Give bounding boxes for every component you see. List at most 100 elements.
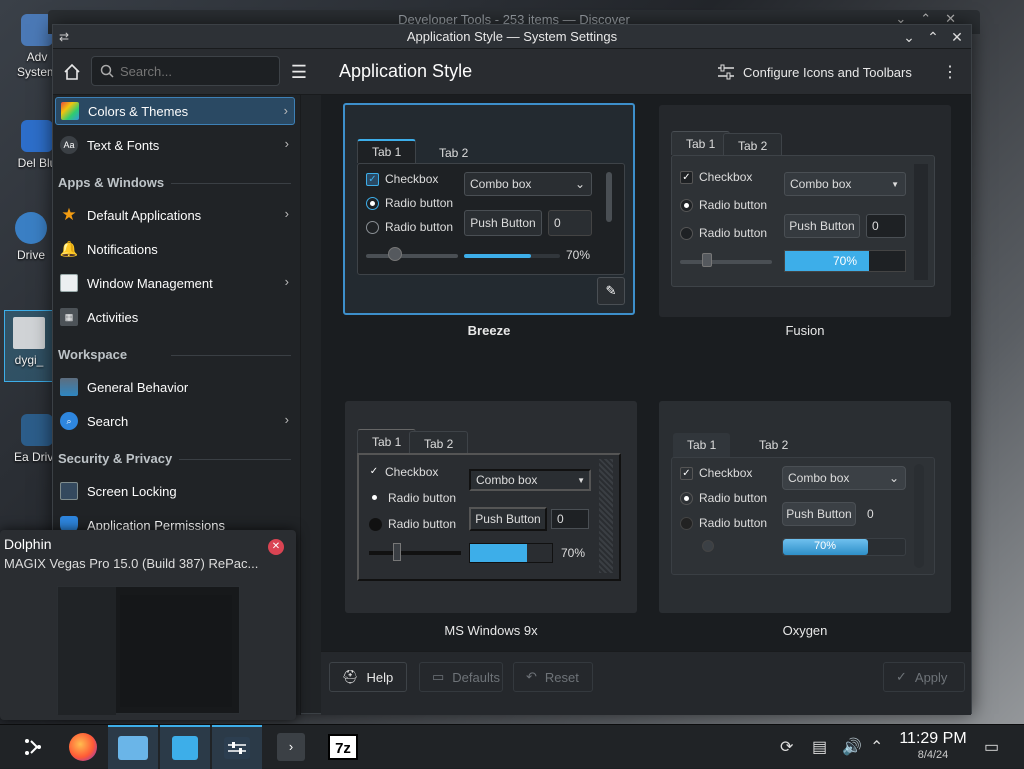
preview-pane: ✓ Checkbox Radio button Radio button Comb… xyxy=(671,457,935,575)
style-card-breeze[interactable]: Tab 1 Tab 2 ✓ Checkbox Radio button Radio… xyxy=(343,103,635,315)
preview-radio-label: Radio button xyxy=(699,198,768,212)
sidebar-item-search[interactable]: ⌕ Search › xyxy=(55,407,295,435)
preview-progress-label: 70% xyxy=(832,254,858,268)
checkbox-icon: ✓ xyxy=(369,465,379,477)
radio-off-icon xyxy=(366,220,379,234)
chevron-down-icon: ⌄ xyxy=(888,471,899,485)
clock[interactable]: 11:29 PM 8/4/24 xyxy=(896,731,970,763)
preview-combo-label: Combo box xyxy=(470,177,532,191)
preview-spin-value: 0 xyxy=(554,216,561,230)
preview-progress-label: 70% xyxy=(813,540,837,552)
sidebar-item-label: Notifications xyxy=(87,241,158,257)
sidebar-item-label: General Behavior xyxy=(87,379,189,395)
defaults-button[interactable]: ▭ Defaults xyxy=(419,662,503,692)
taskbar-dolphin[interactable] xyxy=(108,725,158,769)
desktop-icon-dygi[interactable]: dygi_ xyxy=(4,310,54,382)
help-button[interactable]: ⛑ Help xyxy=(329,662,407,692)
reset-button[interactable]: ↶ Reset xyxy=(513,662,593,692)
chevron-down-icon: ⌄ xyxy=(574,177,585,191)
sidebar-item-notifications[interactable]: 🔔 Notifications xyxy=(55,235,295,263)
taskbar-firefox[interactable] xyxy=(58,725,108,769)
sidebar-item-label: Search xyxy=(87,413,129,429)
popup-close-button[interactable]: ✕ xyxy=(268,539,284,555)
configure-style-button[interactable]: ✎ xyxy=(597,277,625,305)
sidebar-item-label: Activities xyxy=(87,309,139,325)
show-desktop-icon[interactable]: ▭ xyxy=(984,737,999,757)
hamburger-icon: ☰ xyxy=(290,61,308,82)
hamburger-menu-button[interactable]: ☰ xyxy=(285,57,313,87)
check-icon: ✓ xyxy=(896,669,907,684)
configure-icon xyxy=(718,64,734,80)
preview-combo-label: Combo box xyxy=(476,473,538,487)
style-name-oxygen: Oxygen xyxy=(782,623,828,638)
preview-progress-label: 70% xyxy=(566,248,591,262)
preview-spin-value: 0 xyxy=(557,512,564,526)
settings-icon xyxy=(224,737,250,759)
bell-icon: 🔔 xyxy=(59,241,79,258)
search-field[interactable] xyxy=(91,56,280,86)
section-divider xyxy=(171,355,291,356)
preview-radio-on: Radio button xyxy=(680,491,767,505)
sidebar-item-screen-locking[interactable]: Screen Locking xyxy=(55,477,295,505)
checkbox-icon: ✓ xyxy=(366,172,379,186)
preview-progress-fill xyxy=(464,254,532,258)
radio-on-icon xyxy=(680,198,693,212)
sidebar-item-label: Colors & Themes xyxy=(88,103,189,119)
maximize-button[interactable]: ⌃ xyxy=(923,27,943,47)
section-divider xyxy=(179,459,291,460)
desktop-icon-drive[interactable]: Drive xyxy=(6,212,56,263)
document-icon: ▭ xyxy=(432,669,445,684)
clipboard-icon[interactable]: ▤ xyxy=(812,737,827,757)
preview-checkbox: ✓ Checkbox xyxy=(680,466,752,480)
home-button[interactable] xyxy=(57,57,87,87)
preview-push-button: Push Button xyxy=(784,214,860,238)
preview-radio-off: Radio button xyxy=(680,516,767,530)
sidebar-item-colors-themes[interactable]: Colors & Themes › xyxy=(55,97,295,125)
window-thumbnail[interactable] xyxy=(57,586,240,715)
preview-radio-label: Radio button xyxy=(385,196,454,210)
application-launcher-button[interactable] xyxy=(8,725,58,769)
style-card-fusion[interactable]: Tab 1 Tab 2 ✓ Checkbox Radio button Radio… xyxy=(659,105,951,317)
apply-label: Apply xyxy=(914,669,948,685)
taskbar-7zip[interactable]: 7z xyxy=(318,725,368,769)
sidebar-item-default-applications[interactable]: ★ Default Applications › xyxy=(55,201,295,229)
preview-tab-1: Tab 1 xyxy=(357,139,417,163)
sidebar-item-label: Text & Fonts xyxy=(87,137,160,153)
task-preview-popup[interactable]: Dolphin MAGIX Vegas Pro 15.0 (Build 387)… xyxy=(0,530,296,720)
configure-icons-toolbars-button[interactable]: Configure Icons and Toolbars xyxy=(717,57,912,87)
sidebar-item-window-management[interactable]: Window Management › xyxy=(55,269,295,297)
desktop-icon-label: Drive xyxy=(16,248,45,262)
apply-button[interactable]: ✓ Apply xyxy=(883,662,965,692)
chevron-up-icon[interactable]: ⌃ xyxy=(870,737,883,757)
search-icon xyxy=(100,64,114,78)
preview-combo-label: Combo box xyxy=(790,177,852,191)
minimize-button[interactable]: ⌄ xyxy=(899,27,919,47)
sidebar-item-text-fonts[interactable]: Aa Text & Fonts › xyxy=(55,131,295,159)
taskbar-system-settings[interactable] xyxy=(212,725,262,769)
checkbox-icon: ✓ xyxy=(680,466,693,480)
close-button[interactable]: ✕ xyxy=(947,27,967,47)
search-input[interactable] xyxy=(120,63,270,79)
overflow-menu-button[interactable]: ⋮ xyxy=(939,57,961,87)
preview-slider-track xyxy=(366,254,458,258)
sidebar-item-general-behavior[interactable]: General Behavior xyxy=(55,373,295,401)
preview-radio-label: Radio button xyxy=(699,226,768,240)
window-title: Application Style — System Settings xyxy=(406,29,618,44)
preview-spinbox: 0 xyxy=(862,502,906,526)
preview-tab-2: Tab 2 xyxy=(723,133,783,157)
sidebar-item-activities[interactable]: ▦ Activities xyxy=(55,303,295,331)
file-icon xyxy=(13,317,45,349)
network-icon[interactable]: ⟳ xyxy=(780,737,793,757)
radio-off-icon xyxy=(680,516,693,530)
preview-progress-track xyxy=(464,254,560,258)
style-card-oxygen[interactable]: Tab 1 Tab 2 ✓ Checkbox Radio button Radio… xyxy=(659,401,951,613)
window-titlebar[interactable]: ⇄ Application Style — System Settings ⌄ … xyxy=(53,25,971,49)
preview-checkbox: ✓ Checkbox xyxy=(680,170,752,184)
volume-icon[interactable]: 🔊 xyxy=(842,737,862,757)
taskbar-discover[interactable] xyxy=(160,725,210,769)
preview-radio-off: Radio button xyxy=(369,517,456,531)
star-icon: ★ xyxy=(61,205,77,224)
taskbar-overflow-button[interactable]: › xyxy=(266,725,316,769)
style-card-ms-windows-9x[interactable]: Tab 1 Tab 2 ✓ Checkbox Radio button Radio… xyxy=(345,401,637,613)
preview-radio-label: Radio button xyxy=(385,220,454,234)
